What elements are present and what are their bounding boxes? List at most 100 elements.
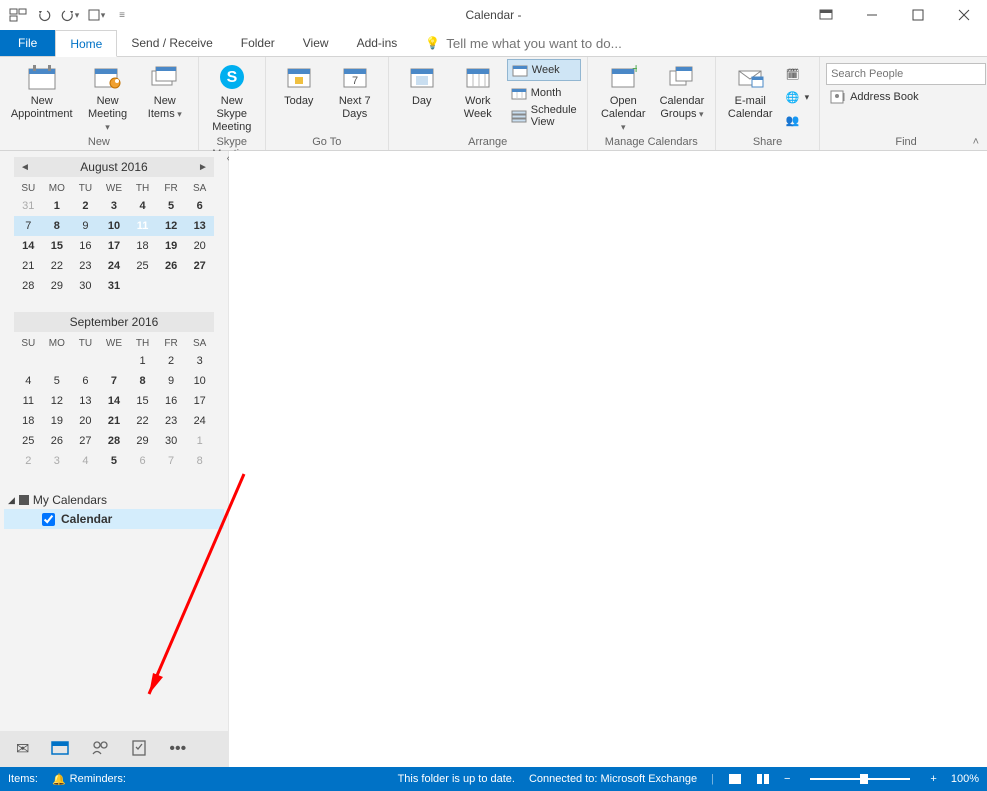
- date-cell[interactable]: 7: [100, 371, 129, 391]
- date-cell[interactable]: 17: [185, 391, 214, 411]
- date-cell[interactable]: 28: [14, 276, 43, 296]
- date-cell[interactable]: 13: [185, 216, 214, 236]
- calendar-nav-icon[interactable]: [51, 739, 69, 760]
- open-calendar-button[interactable]: +Open Calendar: [594, 59, 653, 136]
- date-cell[interactable]: 14: [100, 391, 129, 411]
- date-cell[interactable]: 5: [157, 196, 186, 216]
- date-cell[interactable]: 2: [157, 351, 186, 371]
- date-cell[interactable]: 27: [71, 431, 100, 451]
- tasks-icon[interactable]: [131, 738, 147, 761]
- date-cell[interactable]: 18: [128, 236, 157, 256]
- schedule-view-button[interactable]: Schedule View: [507, 105, 581, 127]
- date-cell[interactable]: 10: [185, 371, 214, 391]
- new-items-button[interactable]: New Items: [138, 59, 192, 123]
- group-checkbox-icon[interactable]: [19, 495, 29, 505]
- date-cell[interactable]: 8: [43, 216, 72, 236]
- day-button[interactable]: Day: [395, 59, 449, 110]
- date-cell[interactable]: [43, 351, 72, 371]
- date-cell[interactable]: 19: [43, 411, 72, 431]
- redo-icon[interactable]: [58, 3, 82, 27]
- date-cell[interactable]: [185, 276, 214, 296]
- date-cell[interactable]: 23: [71, 256, 100, 276]
- new-appointment-button[interactable]: New Appointment: [6, 59, 77, 123]
- undo-icon[interactable]: [32, 3, 56, 27]
- date-cell[interactable]: 18: [14, 411, 43, 431]
- skype-meeting-button[interactable]: SNew Skype Meeting: [205, 59, 259, 136]
- date-cell[interactable]: 23: [157, 411, 186, 431]
- date-cell[interactable]: 24: [185, 411, 214, 431]
- date-cell[interactable]: [71, 351, 100, 371]
- email-calendar-button[interactable]: E-mail Calendar: [722, 59, 779, 123]
- date-cell[interactable]: 16: [157, 391, 186, 411]
- date-cell[interactable]: 4: [14, 371, 43, 391]
- tab-view[interactable]: View: [289, 30, 343, 56]
- date-cell[interactable]: 16: [71, 236, 100, 256]
- tell-me-input[interactable]: [446, 36, 646, 51]
- date-cell[interactable]: 9: [157, 371, 186, 391]
- qat-customize-icon[interactable]: ≡: [110, 3, 134, 27]
- date-cell[interactable]: [100, 351, 129, 371]
- date-cell[interactable]: 31: [14, 196, 43, 216]
- date-cell[interactable]: [14, 351, 43, 371]
- date-cell[interactable]: 12: [157, 216, 186, 236]
- date-cell[interactable]: 26: [43, 431, 72, 451]
- date-cell[interactable]: 29: [128, 431, 157, 451]
- date-cell[interactable]: 27: [185, 256, 214, 276]
- date-cell[interactable]: 3: [43, 451, 72, 471]
- people-icon[interactable]: [91, 739, 109, 760]
- date-cell[interactable]: 6: [71, 371, 100, 391]
- tab-home[interactable]: Home: [55, 30, 117, 57]
- date-cell[interactable]: 15: [128, 391, 157, 411]
- date-cell[interactable]: 1: [185, 431, 214, 451]
- zoom-in-button[interactable]: +: [930, 773, 936, 785]
- date-cell[interactable]: 5: [43, 371, 72, 391]
- date-cell[interactable]: 7: [14, 216, 43, 236]
- next-month-icon[interactable]: ►: [194, 157, 212, 177]
- date-cell[interactable]: 15: [43, 236, 72, 256]
- new-meeting-button[interactable]: New Meeting: [79, 59, 135, 136]
- date-cell[interactable]: 10: [100, 216, 129, 236]
- date-cell[interactable]: 29: [43, 276, 72, 296]
- date-cell[interactable]: 30: [157, 431, 186, 451]
- date-cell[interactable]: 17: [100, 236, 129, 256]
- collapse-ribbon-icon[interactable]: ˄: [973, 136, 979, 148]
- tab-send-receive[interactable]: Send / Receive: [117, 30, 226, 56]
- calendar-item[interactable]: Calendar: [4, 509, 224, 529]
- mini-calendar-1[interactable]: SUMOTUWETHFRSA31123456789101112131415161…: [14, 181, 214, 296]
- date-cell[interactable]: [157, 276, 186, 296]
- today-button[interactable]: Today: [272, 59, 326, 110]
- reading-view-icon[interactable]: [756, 773, 770, 785]
- date-cell[interactable]: 22: [43, 256, 72, 276]
- date-cell[interactable]: 4: [71, 451, 100, 471]
- date-cell[interactable]: 26: [157, 256, 186, 276]
- date-cell[interactable]: 28: [100, 431, 129, 451]
- calendar-checkbox[interactable]: [42, 513, 55, 526]
- month-button[interactable]: Month: [507, 82, 581, 104]
- date-cell[interactable]: 14: [14, 236, 43, 256]
- calendar-groups-button[interactable]: Calendar Groups: [655, 59, 709, 123]
- tab-addins[interactable]: Add-ins: [343, 30, 412, 56]
- date-cell[interactable]: 5: [100, 451, 129, 471]
- workweek-button[interactable]: Work Week: [451, 59, 505, 123]
- date-cell[interactable]: 9: [71, 216, 100, 236]
- maximize-button[interactable]: [895, 0, 941, 30]
- publish-button[interactable]: 🌐▾: [781, 86, 814, 108]
- date-cell[interactable]: 4: [128, 196, 157, 216]
- minimize-button[interactable]: [849, 0, 895, 30]
- next7days-button[interactable]: 7Next 7 Days: [328, 59, 382, 123]
- mail-icon[interactable]: ✉: [16, 739, 29, 759]
- search-people-input[interactable]: [826, 63, 986, 85]
- close-button[interactable]: [941, 0, 987, 30]
- date-cell[interactable]: 24: [100, 256, 129, 276]
- date-cell[interactable]: 21: [100, 411, 129, 431]
- date-cell[interactable]: 21: [14, 256, 43, 276]
- date-cell[interactable]: [128, 276, 157, 296]
- date-cell[interactable]: 11: [14, 391, 43, 411]
- date-cell[interactable]: 20: [71, 411, 100, 431]
- date-cell[interactable]: 2: [71, 196, 100, 216]
- date-cell[interactable]: 11: [128, 216, 157, 236]
- zoom-slider[interactable]: [810, 778, 910, 780]
- date-cell[interactable]: 12: [43, 391, 72, 411]
- tab-folder[interactable]: Folder: [227, 30, 289, 56]
- date-cell[interactable]: 8: [185, 451, 214, 471]
